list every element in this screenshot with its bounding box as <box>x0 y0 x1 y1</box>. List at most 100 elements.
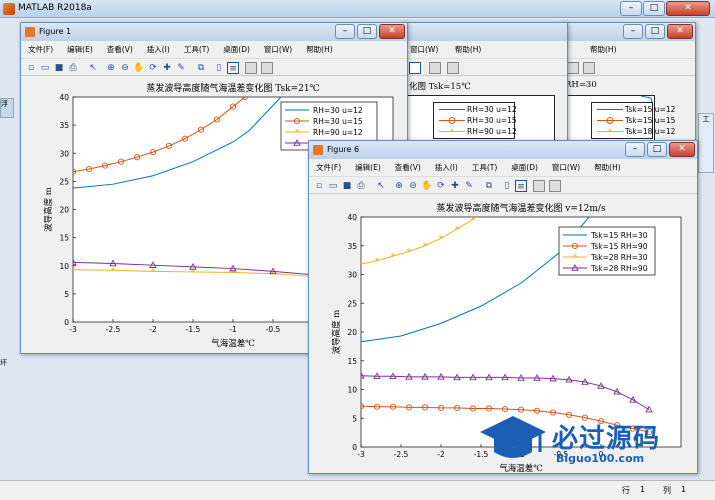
status-row-value: 1 <box>640 485 646 494</box>
data-cursor-icon[interactable]: ✚ <box>449 180 461 192</box>
menu-file[interactable]: 文件(F) <box>21 43 60 57</box>
minimize-button[interactable]: – <box>335 24 355 39</box>
menu-file[interactable]: 文件(F) <box>309 161 348 175</box>
open-icon[interactable]: ▭ <box>327 180 339 192</box>
watermark-text: 必过源码 <box>552 424 661 454</box>
hide-tools-icon[interactable] <box>533 180 545 192</box>
maximize-button[interactable]: □ <box>357 24 377 39</box>
figure-title: Figure 6 <box>327 145 360 154</box>
data-point: * <box>359 260 364 270</box>
legend[interactable]: RH=30 u=12 RH=30 u=15 * RH=90 u=12 <box>433 102 517 139</box>
data-point: * <box>111 266 116 276</box>
menu-help[interactable]: 帮助(H) <box>583 43 624 57</box>
menu-desktop[interactable]: 桌面(D) <box>504 161 545 175</box>
legend-entry: Tsk=15 u=12 <box>597 105 676 114</box>
close-button[interactable]: ✕ <box>379 24 405 39</box>
colorbar-icon[interactable]: ▯ <box>213 62 225 74</box>
pointer-icon[interactable]: ↖ <box>87 62 99 74</box>
matlab-logo-icon <box>3 3 15 15</box>
legend-marker: * <box>573 253 578 263</box>
zoom-out-icon[interactable]: ⊖ <box>407 180 419 192</box>
right-panel-tab[interactable]: 工 <box>698 113 714 173</box>
maximize-button[interactable]: □ <box>643 1 665 16</box>
data-point: * <box>231 269 236 279</box>
legend-label: RH=90 u=12 <box>313 128 363 137</box>
watermark: 必过源码 Biguo100.com <box>478 412 708 470</box>
close-button[interactable]: ✕ <box>666 1 710 16</box>
brush-icon[interactable]: ✎ <box>463 180 475 192</box>
print-icon[interactable]: ⎙ <box>67 62 79 74</box>
menu-desktop[interactable]: 桌面(D) <box>216 43 257 57</box>
x-tick-label: -1.5 <box>186 325 201 334</box>
x-tick-label: -2 <box>437 450 445 459</box>
hide-tools-icon[interactable] <box>245 62 257 74</box>
left-panel-tab[interactable]: 浮 <box>0 98 14 118</box>
minimize-button[interactable]: – <box>625 142 645 157</box>
y-tick-label: 40 <box>59 93 69 102</box>
chart-title: 蒸发波导高度随气海温差变化图 Tsk=21℃ <box>146 82 319 94</box>
legend-icon[interactable]: ≡ <box>227 62 239 74</box>
menu-window[interactable]: 窗口(W) <box>257 43 299 57</box>
watermark-url: Biguo100.com <box>556 452 645 465</box>
figure-window-back-b[interactable]: – □ ✕ 帮助(H) RH=30 Tsk=15 u=12 Tsk=15 u=1… <box>560 22 696 155</box>
data-point: * <box>455 225 460 235</box>
menu-tools[interactable]: 工具(T) <box>465 161 504 175</box>
x-tick-label: -2.5 <box>394 450 409 459</box>
square-icon[interactable] <box>447 62 459 74</box>
square-icon[interactable] <box>429 62 441 74</box>
pointer-icon[interactable]: ↖ <box>375 180 387 192</box>
menu-view[interactable]: 查看(V) <box>388 161 428 175</box>
layout-icon[interactable] <box>409 62 421 74</box>
figure-window-back-a[interactable]: 窗口(W) 帮助(H) 化图 Tsk=15℃ RH=30 u=12 RH=30 … <box>402 22 568 155</box>
maximize-button[interactable]: □ <box>647 142 667 157</box>
menu-edit[interactable]: 编辑(E) <box>60 43 100 57</box>
x-tick-label: -1 <box>229 325 237 334</box>
menu-window[interactable]: 窗口(W) <box>545 161 587 175</box>
maximize-button[interactable]: □ <box>645 24 665 39</box>
square-icon[interactable] <box>583 62 595 74</box>
print-icon[interactable]: ⎙ <box>355 180 367 192</box>
figure-toolbar: ▫ ▭ ■ ⎙ ↖ ⊕ ⊖ ✋ ⟳ ✚ ✎ ⧉ ▯ ≡ <box>21 58 407 76</box>
rotate-icon[interactable]: ⟳ <box>435 180 447 192</box>
colorbar-icon[interactable]: ▯ <box>501 180 513 192</box>
save-icon[interactable]: ■ <box>53 62 65 74</box>
new-figure-icon[interactable]: ▫ <box>313 180 325 192</box>
menu-insert[interactable]: 插入(I) <box>428 161 465 175</box>
show-tools-icon[interactable] <box>549 180 561 192</box>
link-icon[interactable]: ⧉ <box>483 180 495 192</box>
legend-label: Tsk=28 RH=30 <box>590 253 648 262</box>
link-icon[interactable]: ⧉ <box>195 62 207 74</box>
save-icon[interactable]: ■ <box>341 180 353 192</box>
menu-edit[interactable]: 编辑(E) <box>348 161 388 175</box>
zoom-out-icon[interactable]: ⊖ <box>119 62 131 74</box>
brush-icon[interactable]: ✎ <box>175 62 187 74</box>
data-point: * <box>423 242 428 252</box>
legend[interactable]: Tsk=15 u=12 Tsk=15 u=15 * Tsk=18 u=12 <box>591 102 676 139</box>
minimize-button[interactable]: – <box>620 1 642 16</box>
square-icon[interactable] <box>567 62 579 74</box>
y-axis-label: 波导高度 m <box>43 187 54 232</box>
legend-label: Tsk=15 RH=30 <box>590 231 648 240</box>
minimize-button[interactable]: – <box>623 24 643 39</box>
legend-label: Tsk=28 RH=90 <box>590 264 648 273</box>
menu-tools[interactable]: 工具(T) <box>177 43 216 57</box>
close-button[interactable]: ✕ <box>667 24 693 39</box>
legend-icon[interactable]: ≡ <box>515 180 527 192</box>
y-tick-label: 10 <box>347 386 357 395</box>
zoom-in-icon[interactable]: ⊕ <box>393 180 405 192</box>
menu-window[interactable]: 窗口(W) <box>403 43 445 57</box>
zoom-in-icon[interactable]: ⊕ <box>105 62 117 74</box>
close-button[interactable]: ✕ <box>669 142 695 157</box>
menu-view[interactable]: 查看(V) <box>100 43 140 57</box>
menu-help[interactable]: 帮助(H) <box>448 43 489 57</box>
pan-icon[interactable]: ✋ <box>421 180 433 192</box>
menu-help[interactable]: 帮助(H) <box>299 43 340 57</box>
data-cursor-icon[interactable]: ✚ <box>161 62 173 74</box>
rotate-icon[interactable]: ⟳ <box>147 62 159 74</box>
menu-help[interactable]: 帮助(H) <box>587 161 628 175</box>
open-icon[interactable]: ▭ <box>39 62 51 74</box>
new-figure-icon[interactable]: ▫ <box>25 62 37 74</box>
pan-icon[interactable]: ✋ <box>133 62 145 74</box>
show-tools-icon[interactable] <box>261 62 273 74</box>
menu-insert[interactable]: 插入(I) <box>140 43 177 57</box>
